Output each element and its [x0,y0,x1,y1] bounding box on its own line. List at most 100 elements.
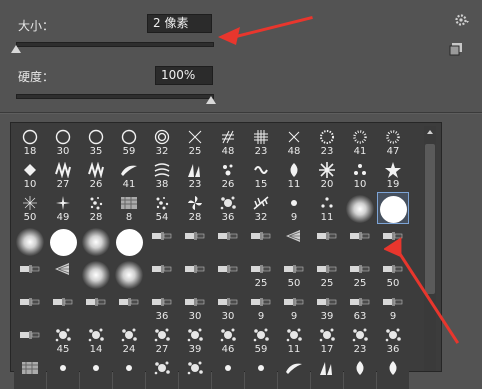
brush-preset[interactable]: 25 [179,126,211,158]
brush-preset[interactable] [14,357,46,389]
brush-preset[interactable]: 41 [344,126,376,158]
brush-preset[interactable]: 27 [47,159,79,191]
brush-preset[interactable]: 35 [80,126,112,158]
size-slider-track[interactable] [16,42,214,47]
brush-preset[interactable] [377,357,409,389]
brush-preset[interactable] [146,357,178,389]
brush-preset[interactable] [245,225,277,257]
brush-preset[interactable] [113,357,145,389]
brush-preset[interactable] [14,291,46,323]
brush-preset[interactable] [179,357,211,389]
brush-preset[interactable]: 19 [377,159,409,191]
brush-preset[interactable] [80,291,112,323]
hardness-slider-track[interactable] [16,94,214,99]
brush-preset[interactable] [311,225,343,257]
brush-preset[interactable] [113,258,145,290]
brush-preset[interactable] [278,357,310,389]
brush-preset[interactable]: 11 [278,159,310,191]
brush-preset[interactable]: 46 [212,324,244,356]
hardness-slider-thumb[interactable] [206,96,216,104]
brush-preset[interactable] [14,324,46,356]
brush-preset[interactable] [47,225,79,257]
brush-preset[interactable]: 11 [311,192,343,224]
brush-preset[interactable]: 25 [344,258,376,290]
brush-preset[interactable]: 50 [278,258,310,290]
brush-preset[interactable] [113,291,145,323]
brush-preset[interactable] [311,357,343,389]
brush-preset[interactable]: 47 [377,126,409,158]
brush-preset[interactable]: 25 [311,258,343,290]
brush-preset[interactable]: 27 [146,324,178,356]
brush-preset[interactable] [146,258,178,290]
brush-preset[interactable] [344,192,376,224]
brush-preset[interactable]: 9 [245,291,277,323]
brush-preset[interactable]: 39 [179,324,211,356]
brush-preset[interactable] [344,357,376,389]
size-slider-thumb[interactable] [11,45,21,53]
brush-preset[interactable]: 41 [113,159,145,191]
brush-preset[interactable] [80,225,112,257]
brush-preset[interactable]: 36 [377,324,409,356]
brush-preset[interactable]: 48 [278,126,310,158]
brush-preset[interactable] [212,258,244,290]
brush-preset[interactable]: 23 [311,126,343,158]
brush-preset[interactable]: 11 [278,324,310,356]
brush-preset[interactable]: 9 [377,291,409,323]
brush-preset[interactable]: 45 [47,324,79,356]
brush-preset[interactable] [344,225,376,257]
brush-preset[interactable] [212,225,244,257]
brush-preset[interactable] [47,258,79,290]
brush-preset[interactable]: 54 [146,192,178,224]
brush-preset[interactable]: 63 [344,291,376,323]
brush-preset[interactable]: 26 [212,159,244,191]
scroll-up-arrow-icon[interactable] [427,130,433,134]
gear-icon[interactable] [454,12,470,28]
brush-preset[interactable]: 8 [113,192,145,224]
brush-preset[interactable] [47,291,79,323]
brush-preset[interactable]: 23 [344,324,376,356]
brush-preset[interactable]: 9 [278,192,310,224]
new-preset-icon[interactable] [449,42,463,56]
brush-preset[interactable] [14,225,46,257]
brush-preset[interactable] [47,357,79,389]
brush-preset[interactable]: 14 [80,324,112,356]
brush-preset[interactable]: 23 [245,126,277,158]
brush-preset[interactable]: 26 [80,159,112,191]
brush-preset[interactable]: 32 [146,126,178,158]
brush-preset[interactable]: 59 [245,324,277,356]
size-input[interactable]: 2 像素 [147,14,212,33]
brush-preset[interactable] [80,258,112,290]
scrollbar-thumb[interactable] [425,144,435,294]
brush-preset[interactable] [80,357,112,389]
brush-preset[interactable]: 17 [311,324,343,356]
brush-preset[interactable]: 28 [179,192,211,224]
brush-preset[interactable]: 49 [47,192,79,224]
brush-preset[interactable]: 10 [14,159,46,191]
brush-preset[interactable]: 30 [212,291,244,323]
brush-preset[interactable] [146,225,178,257]
brush-preset[interactable]: 38 [146,159,178,191]
brush-preset[interactable]: 48 [212,126,244,158]
brush-preset[interactable]: 18 [14,126,46,158]
brush-preset[interactable]: 20 [311,159,343,191]
brush-preset[interactable]: 36 [146,291,178,323]
brush-preset[interactable]: 30 [47,126,79,158]
brush-preset[interactable] [113,225,145,257]
brush-preset[interactable] [14,258,46,290]
brush-preset[interactable]: 10 [344,159,376,191]
hardness-input[interactable]: 100% [155,66,213,85]
brush-preset[interactable]: 23 [179,159,211,191]
brush-preset[interactable]: 9 [278,291,310,323]
brush-preset[interactable]: 59 [113,126,145,158]
scrollbar[interactable] [424,126,436,371]
brush-preset[interactable]: 25 [245,258,277,290]
brush-preset[interactable] [245,357,277,389]
brush-preset[interactable]: 30 [179,291,211,323]
brush-preset[interactable] [278,225,310,257]
brush-preset[interactable] [377,192,409,224]
brush-preset[interactable]: 24 [113,324,145,356]
brush-preset[interactable]: 28 [80,192,112,224]
brush-preset[interactable] [179,258,211,290]
brush-preset[interactable]: 15 [245,159,277,191]
brush-preset[interactable]: 50 [14,192,46,224]
